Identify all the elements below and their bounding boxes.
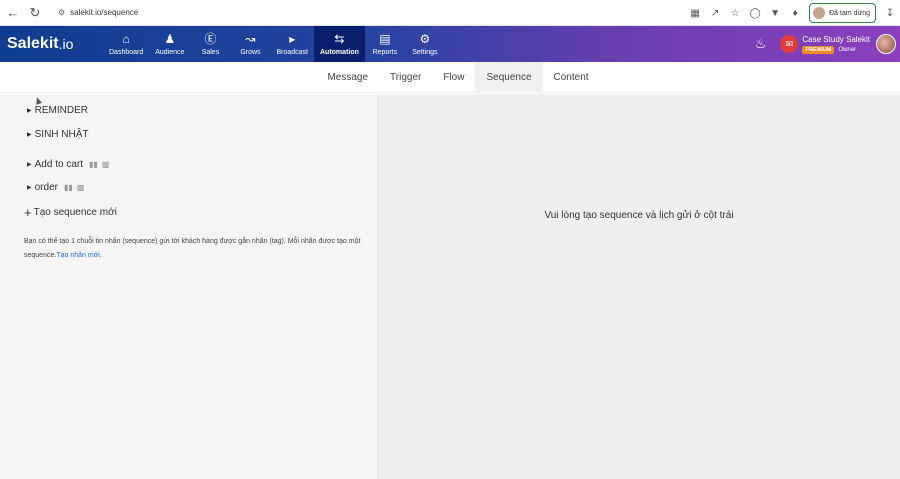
back-icon[interactable]: ← xyxy=(2,2,24,24)
create-tag-link[interactable]: Tạo nhãn mới. xyxy=(56,252,101,259)
bookmark-star-icon[interactable]: ☆ xyxy=(725,3,745,23)
caret-right-icon: ▶ xyxy=(27,185,32,191)
megaphone-icon: ▸ xyxy=(289,31,296,46)
mail-icon[interactable]: ✉ xyxy=(780,35,799,53)
trash-icon[interactable]: ▩ xyxy=(77,183,85,192)
download-ext-icon[interactable]: ▼ xyxy=(765,3,785,23)
menu-broadcast[interactable]: ▸ Broadcast xyxy=(270,26,314,62)
profile-paused-button[interactable]: Đã tạm dừng xyxy=(809,3,876,23)
gear-icon: ⚙ xyxy=(419,31,431,46)
premium-badge: PREMIUM xyxy=(802,45,835,54)
menu-settings[interactable]: ⚙ Settings xyxy=(405,26,445,62)
address-bar[interactable]: ⚙ salekit.io/sequence xyxy=(52,2,672,23)
sequence-group-reminder[interactable]: ▶ REMINDER xyxy=(27,105,88,116)
sequence-group-birthday[interactable]: ▶ SINH NHẬT xyxy=(27,129,89,140)
menu-sales[interactable]: Ⓔ Sales xyxy=(190,26,230,62)
paused-label: Đã tạm dừng xyxy=(829,9,870,17)
caret-right-icon: ▶ xyxy=(27,162,32,168)
sequence-detail-panel: Vui lòng tạo sequence và lịch gửi ở cột … xyxy=(377,94,900,479)
new-sequence-button[interactable]: + Tạo sequence mới xyxy=(24,204,117,220)
url-text: salekit.io/sequence xyxy=(70,8,139,17)
sequence-item-add-to-cart[interactable]: ▶ Add to cart ▮▮ ▩ xyxy=(27,159,109,170)
menu-dashboard[interactable]: ⌂ Dashboard xyxy=(103,26,149,62)
menu-automation[interactable]: ⇆ Automation xyxy=(313,26,365,62)
dollar-icon: Ⓔ xyxy=(204,31,217,46)
chart-icon: ↝ xyxy=(245,31,256,46)
browser-toolbar: ← ↻ ⚙ salekit.io/sequence ▦ ↗ ☆ ◯ ▼ ♦ Đã… xyxy=(0,0,900,26)
caret-right-icon: ▶ xyxy=(27,132,32,138)
app-header: Salekit .io ⌂ Dashboard ♟ Audience Ⓔ Sale… xyxy=(0,26,900,62)
shield-icon[interactable]: ◯ xyxy=(745,3,765,23)
menu-audience[interactable]: ♟ Audience xyxy=(149,26,190,62)
reports-icon: ▤ xyxy=(379,31,391,46)
sync-icon: ⇆ xyxy=(334,31,345,46)
automation-tabs: Message Trigger Flow Sequence Content xyxy=(0,62,900,93)
tab-trigger[interactable]: Trigger xyxy=(379,62,432,93)
sequence-item-order[interactable]: ▶ order ▮▮ ▩ xyxy=(27,182,84,193)
main-menu: ⌂ Dashboard ♟ Audience Ⓔ Sales ↝ Grows ▸… xyxy=(95,26,445,62)
account-name: Case Study Salekit xyxy=(802,34,870,44)
home-icon: ⌂ xyxy=(122,31,130,46)
help-text: Bạn có thể tạo 1 chuỗi tin nhắn (sequenc… xyxy=(24,238,361,259)
menu-reports[interactable]: ▤ Reports xyxy=(365,26,405,62)
site-info-icon[interactable]: ⚙ xyxy=(58,8,65,17)
tab-flow[interactable]: Flow xyxy=(432,62,475,93)
reload-icon[interactable]: ↻ xyxy=(24,2,46,24)
trash-icon[interactable]: ▩ xyxy=(102,160,110,169)
menu-grows[interactable]: ↝ Grows xyxy=(230,26,270,62)
stats-icon[interactable]: ▮▮ xyxy=(89,160,98,169)
users-icon: ♟ xyxy=(164,31,176,46)
tab-message[interactable]: Message xyxy=(316,62,379,93)
profile-avatar xyxy=(813,7,826,19)
tab-sequence[interactable]: Sequence xyxy=(475,62,543,93)
salekit-logo[interactable]: Salekit .io xyxy=(0,26,95,62)
share-icon[interactable]: ↗ xyxy=(705,3,725,23)
empty-state-message: Vui lòng tạo sequence và lịch gửi ở cột … xyxy=(544,210,734,221)
bell-icon[interactable]: ♨ xyxy=(755,36,767,52)
plus-icon: + xyxy=(24,204,32,220)
extensions-icon[interactable]: ♦ xyxy=(785,3,805,23)
downloads-icon[interactable]: ↧ xyxy=(880,3,900,23)
sequence-list-panel: ▶ REMINDER ▶ SINH NHẬT ▶ Add to cart ▮▮ … xyxy=(0,94,377,479)
tab-content[interactable]: Content xyxy=(543,62,600,93)
stats-icon[interactable]: ▮▮ xyxy=(64,183,73,192)
avatar[interactable] xyxy=(876,34,896,54)
caret-right-icon: ▶ xyxy=(27,108,32,114)
translate-icon[interactable]: ▦ xyxy=(685,3,705,23)
account-role: Owner xyxy=(838,46,857,53)
account-menu[interactable]: Case Study Salekit PREMIUM Owner xyxy=(802,35,870,54)
